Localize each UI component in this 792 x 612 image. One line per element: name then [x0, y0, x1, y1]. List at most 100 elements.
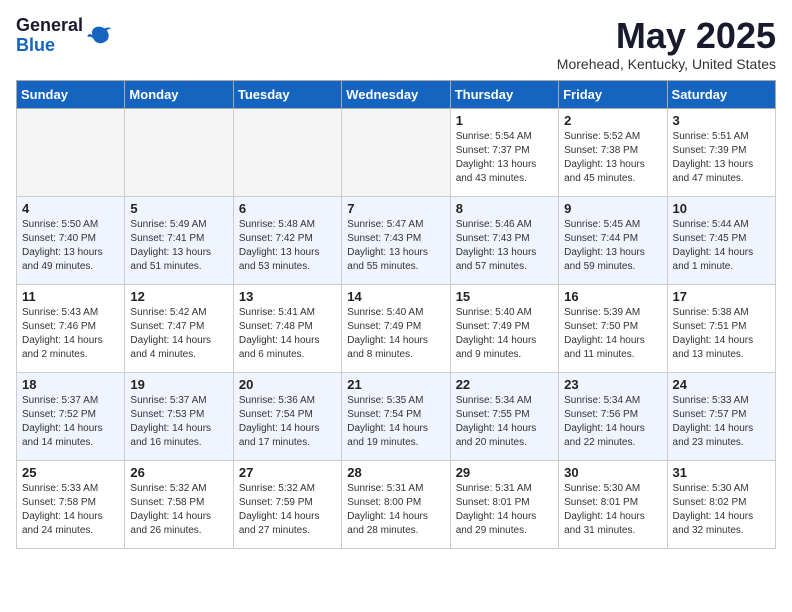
day-number: 9 — [564, 201, 661, 216]
day-number: 25 — [22, 465, 119, 480]
day-info: Sunrise: 5:38 AMSunset: 7:51 PMDaylight:… — [673, 306, 770, 362]
day-number: 23 — [564, 377, 661, 392]
calendar-cell: 13 Sunrise: 5:41 AMSunset: 7:48 PMDayligh… — [233, 284, 341, 372]
day-number: 13 — [239, 289, 336, 304]
day-info: Sunrise: 5:39 AMSunset: 7:50 PMDaylight:… — [564, 306, 661, 362]
calendar-cell — [125, 108, 233, 196]
day-info: Sunrise: 5:49 AMSunset: 7:41 PMDaylight:… — [130, 218, 227, 274]
calendar-cell: 9 Sunrise: 5:45 AMSunset: 7:44 PMDaylight… — [559, 196, 667, 284]
day-info: Sunrise: 5:31 AMSunset: 8:01 PMDaylight:… — [456, 482, 553, 538]
calendar-cell: 7 Sunrise: 5:47 AMSunset: 7:43 PMDaylight… — [342, 196, 450, 284]
day-number: 2 — [564, 113, 661, 128]
calendar-cell: 24Sunrise: 5:33 AMSunset: 7:57 PMDayligh… — [667, 372, 775, 460]
calendar-cell: 25Sunrise: 5:33 AMSunset: 7:58 PMDayligh… — [17, 460, 125, 548]
day-info: Sunrise: 5:50 AMSunset: 7:40 PMDaylight:… — [22, 218, 119, 274]
calendar-cell: 15 Sunrise: 5:40 AMSunset: 7:49 PMDayligh… — [450, 284, 558, 372]
day-info: Sunrise: 5:36 AMSunset: 7:54 PMDaylight:… — [239, 394, 336, 450]
day-number: 15 — [456, 289, 553, 304]
day-info: Sunrise: 5:41 AMSunset: 7:48 PMDaylight:… — [239, 306, 336, 362]
day-info: Sunrise: 5:34 AMSunset: 7:56 PMDaylight:… — [564, 394, 661, 450]
calendar-cell: 20 Sunrise: 5:36 AMSunset: 7:54 PMDayligh… — [233, 372, 341, 460]
column-header-monday: Monday — [125, 80, 233, 108]
calendar-cell — [17, 108, 125, 196]
day-info: Sunrise: 5:31 AMSunset: 8:00 PMDaylight:… — [347, 482, 444, 538]
calendar-cell: 31 Sunrise: 5:30 AMSunset: 8:02 PMDayligh… — [667, 460, 775, 548]
calendar-cell: 10 Sunrise: 5:44 AMSunset: 7:45 PMDayligh… — [667, 196, 775, 284]
column-header-tuesday: Tuesday — [233, 80, 341, 108]
day-number: 1 — [456, 113, 553, 128]
logo-general-text: General — [16, 15, 83, 35]
calendar-cell: 12Sunrise: 5:42 AMSunset: 7:47 PMDayligh… — [125, 284, 233, 372]
day-info: Sunrise: 5:34 AMSunset: 7:55 PMDaylight:… — [456, 394, 553, 450]
calendar-cell: 26 Sunrise: 5:32 AMSunset: 7:58 PMDayligh… — [125, 460, 233, 548]
column-header-sunday: Sunday — [17, 80, 125, 108]
day-info: Sunrise: 5:46 AMSunset: 7:43 PMDaylight:… — [456, 218, 553, 274]
location: Morehead, Kentucky, United States — [557, 56, 776, 72]
calendar-cell: 3 Sunrise: 5:51 AMSunset: 7:39 PMDaylight… — [667, 108, 775, 196]
day-number: 17 — [673, 289, 770, 304]
calendar-cell: 19 Sunrise: 5:37 AMSunset: 7:53 PMDayligh… — [125, 372, 233, 460]
calendar-cell: 6Sunrise: 5:48 AMSunset: 7:42 PMDaylight… — [233, 196, 341, 284]
day-number: 31 — [673, 465, 770, 480]
day-number: 16 — [564, 289, 661, 304]
day-info: Sunrise: 5:32 AMSunset: 7:58 PMDaylight:… — [130, 482, 227, 538]
day-number: 4 — [22, 201, 119, 216]
calendar-cell: 11Sunrise: 5:43 AMSunset: 7:46 PMDayligh… — [17, 284, 125, 372]
day-info: Sunrise: 5:47 AMSunset: 7:43 PMDaylight:… — [347, 218, 444, 274]
day-number: 22 — [456, 377, 553, 392]
day-info: Sunrise: 5:30 AMSunset: 8:02 PMDaylight:… — [673, 482, 770, 538]
day-info: Sunrise: 5:40 AMSunset: 7:49 PMDaylight:… — [347, 306, 444, 362]
calendar-cell: 4 Sunrise: 5:50 AMSunset: 7:40 PMDaylight… — [17, 196, 125, 284]
logo-bird-icon — [85, 22, 113, 50]
calendar-cell — [342, 108, 450, 196]
month-title: May 2025 — [557, 16, 776, 56]
day-info: Sunrise: 5:42 AMSunset: 7:47 PMDaylight:… — [130, 306, 227, 362]
day-number: 21 — [347, 377, 444, 392]
day-number: 18 — [22, 377, 119, 392]
day-info: Sunrise: 5:35 AMSunset: 7:54 PMDaylight:… — [347, 394, 444, 450]
title-area: May 2025 Morehead, Kentucky, United Stat… — [557, 16, 776, 72]
logo-blue-text: Blue — [16, 35, 55, 55]
day-info: Sunrise: 5:45 AMSunset: 7:44 PMDaylight:… — [564, 218, 661, 274]
day-number: 3 — [673, 113, 770, 128]
calendar-header-row: SundayMondayTuesdayWednesdayThursdayFrid… — [17, 80, 776, 108]
day-info: Sunrise: 5:51 AMSunset: 7:39 PMDaylight:… — [673, 130, 770, 186]
day-info: Sunrise: 5:32 AMSunset: 7:59 PMDaylight:… — [239, 482, 336, 538]
calendar-cell: 5 Sunrise: 5:49 AMSunset: 7:41 PMDaylight… — [125, 196, 233, 284]
day-number: 29 — [456, 465, 553, 480]
column-header-friday: Friday — [559, 80, 667, 108]
column-header-thursday: Thursday — [450, 80, 558, 108]
calendar-cell: 14 Sunrise: 5:40 AMSunset: 7:49 PMDayligh… — [342, 284, 450, 372]
calendar-cell: 27Sunrise: 5:32 AMSunset: 7:59 PMDayligh… — [233, 460, 341, 548]
day-info: Sunrise: 5:37 AMSunset: 7:53 PMDaylight:… — [130, 394, 227, 450]
day-info: Sunrise: 5:48 AMSunset: 7:42 PMDaylight:… — [239, 218, 336, 274]
day-number: 7 — [347, 201, 444, 216]
day-info: Sunrise: 5:54 AMSunset: 7:37 PMDaylight:… — [456, 130, 553, 186]
day-info: Sunrise: 5:43 AMSunset: 7:46 PMDaylight:… — [22, 306, 119, 362]
calendar-cell: 17 Sunrise: 5:38 AMSunset: 7:51 PMDayligh… — [667, 284, 775, 372]
calendar-cell: 23 Sunrise: 5:34 AMSunset: 7:56 PMDayligh… — [559, 372, 667, 460]
day-info: Sunrise: 5:52 AMSunset: 7:38 PMDaylight:… — [564, 130, 661, 186]
day-info: Sunrise: 5:40 AMSunset: 7:49 PMDaylight:… — [456, 306, 553, 362]
day-info: Sunrise: 5:37 AMSunset: 7:52 PMDaylight:… — [22, 394, 119, 450]
calendar-week-row: 25Sunrise: 5:33 AMSunset: 7:58 PMDayligh… — [17, 460, 776, 548]
day-number: 20 — [239, 377, 336, 392]
page-header: General Blue May 2025 Morehead, Kentucky… — [16, 16, 776, 72]
calendar-week-row: 18 Sunrise: 5:37 AMSunset: 7:52 PMDayligh… — [17, 372, 776, 460]
calendar-week-row: 4 Sunrise: 5:50 AMSunset: 7:40 PMDaylight… — [17, 196, 776, 284]
day-info: Sunrise: 5:30 AMSunset: 8:01 PMDaylight:… — [564, 482, 661, 538]
day-info: Sunrise: 5:33 AMSunset: 7:57 PMDaylight:… — [673, 394, 770, 450]
day-number: 19 — [130, 377, 227, 392]
calendar-table: SundayMondayTuesdayWednesdayThursdayFrid… — [16, 80, 776, 549]
day-number: 26 — [130, 465, 227, 480]
calendar-week-row: 1 Sunrise: 5:54 AMSunset: 7:37 PMDaylight… — [17, 108, 776, 196]
day-number: 10 — [673, 201, 770, 216]
calendar-cell — [233, 108, 341, 196]
calendar-cell: 21 Sunrise: 5:35 AMSunset: 7:54 PMDayligh… — [342, 372, 450, 460]
day-number: 5 — [130, 201, 227, 216]
calendar-cell: 1 Sunrise: 5:54 AMSunset: 7:37 PMDaylight… — [450, 108, 558, 196]
day-number: 14 — [347, 289, 444, 304]
day-info: Sunrise: 5:44 AMSunset: 7:45 PMDaylight:… — [673, 218, 770, 274]
day-number: 8 — [456, 201, 553, 216]
calendar-cell: 30Sunrise: 5:30 AMSunset: 8:01 PMDayligh… — [559, 460, 667, 548]
